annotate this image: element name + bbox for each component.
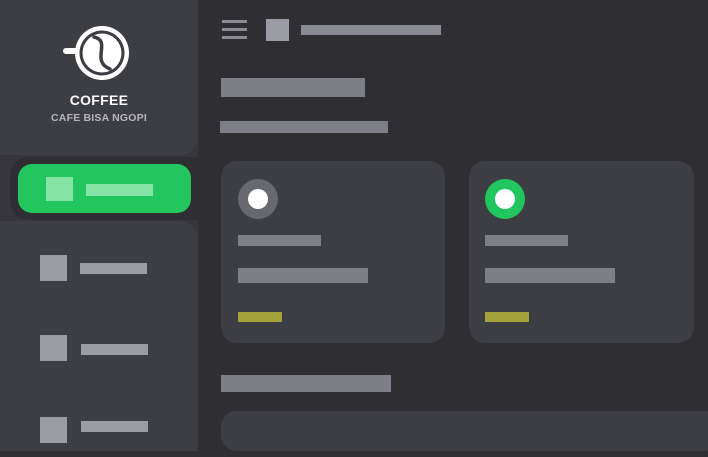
section-title-placeholder: [221, 375, 391, 392]
sidebar-item-label-placeholder: [81, 421, 148, 432]
card-tag: [485, 312, 529, 322]
sidebar-item-label-placeholder: [81, 344, 148, 355]
sidebar-item[interactable]: [0, 255, 198, 295]
sidebar-item-label-placeholder: [86, 184, 153, 196]
sidebar-item[interactable]: [0, 417, 198, 457]
nav-icon: [46, 177, 73, 201]
page-title-placeholder: [221, 78, 365, 97]
card-tag: [238, 312, 282, 322]
sidebar-item-active[interactable]: [18, 164, 191, 213]
coffee-cup-icon: [63, 26, 129, 80]
status-dot-icon: [238, 179, 278, 219]
sidebar-nav: [0, 221, 198, 451]
stat-card[interactable]: [221, 161, 445, 343]
page-subtitle-placeholder: [220, 121, 388, 133]
card-value-placeholder: [238, 268, 368, 283]
sidebar-item[interactable]: [0, 335, 198, 375]
nav-icon: [40, 255, 67, 281]
brand-card: COFFEE CAFE BISA NGOPI: [0, 0, 198, 155]
status-dot-icon: [485, 179, 525, 219]
card-label-placeholder: [485, 235, 568, 246]
brand-subtitle: CAFE BISA NGOPI: [51, 112, 147, 124]
card-value-placeholder: [485, 268, 615, 283]
header-title-placeholder: [301, 25, 441, 35]
nav-icon: [40, 335, 67, 361]
hamburger-icon[interactable]: [222, 20, 247, 40]
card-label-placeholder: [238, 235, 321, 246]
stat-card[interactable]: [469, 161, 694, 343]
nav-icon: [40, 417, 67, 443]
brand-title: COFFEE: [69, 92, 129, 108]
sidebar-item-label-placeholder: [80, 263, 147, 274]
header-icon-placeholder: [266, 19, 289, 41]
content-card: [221, 411, 708, 451]
